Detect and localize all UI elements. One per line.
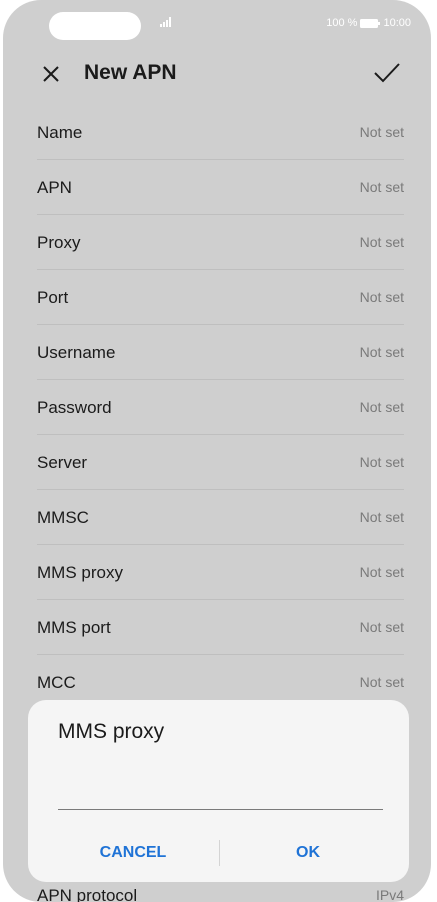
setting-row-name[interactable]: Name Not set	[37, 105, 404, 160]
signal-icon	[160, 17, 171, 27]
check-icon[interactable]	[373, 62, 401, 84]
setting-label: APN	[37, 178, 72, 197]
setting-value: Not set	[359, 399, 404, 415]
setting-value: Not set	[359, 234, 404, 250]
phone-screen: 100 % 10:00 New APN Name Not set APN Not…	[3, 0, 431, 902]
setting-label: MCC	[37, 673, 76, 692]
setting-value: Not set	[359, 344, 404, 360]
setting-label: Name	[37, 123, 83, 142]
setting-row-mmsc[interactable]: MMSC Not set	[37, 490, 404, 545]
app-header: New APN	[3, 50, 431, 98]
camera-cutout	[49, 12, 141, 40]
setting-label: MMS proxy	[37, 563, 123, 582]
dialog-title: MMS proxy	[58, 720, 165, 743]
setting-row-username[interactable]: Username Not set	[37, 325, 404, 380]
setting-label: Port	[37, 288, 69, 307]
setting-row-password[interactable]: Password Not set	[37, 380, 404, 435]
battery-percent: 100 %	[326, 17, 358, 29]
setting-row-proxy[interactable]: Proxy Not set	[37, 215, 404, 270]
apn-settings-list: Name Not set APN Not set Proxy Not set P…	[37, 105, 404, 710]
setting-value: Not set	[359, 124, 404, 140]
setting-row-port[interactable]: Port Not set	[37, 270, 404, 325]
setting-label: MMSC	[37, 508, 89, 527]
mms-proxy-input[interactable]	[58, 773, 383, 810]
mms-proxy-dialog: MMS proxy CANCEL OK	[28, 700, 409, 882]
setting-label: Server	[37, 453, 88, 472]
close-icon[interactable]	[41, 64, 61, 84]
setting-row-server[interactable]: Server Not set	[37, 435, 404, 490]
setting-value: IPv4	[375, 887, 404, 902]
setting-value: Not set	[359, 289, 404, 305]
setting-value: Not set	[359, 454, 404, 470]
setting-row-mms-port[interactable]: MMS port Not set	[37, 600, 404, 655]
setting-label: Password	[37, 398, 112, 417]
ok-button[interactable]: OK	[238, 838, 378, 868]
setting-value: Not set	[359, 179, 404, 195]
setting-value: Not set	[359, 619, 404, 635]
page-title: New APN	[84, 61, 177, 84]
setting-row-apn[interactable]: APN Not set	[37, 160, 404, 215]
setting-row-mms-proxy[interactable]: MMS proxy Not set	[37, 545, 404, 600]
setting-label: MMS port	[37, 618, 111, 637]
setting-label: APN protocol	[37, 886, 138, 902]
status-bar-right: 100 % 10:00	[326, 15, 411, 31]
clock: 10:00	[383, 17, 411, 29]
setting-value: Not set	[359, 674, 404, 690]
setting-label: Username	[37, 343, 116, 362]
setting-row-apn-protocol[interactable]: APN protocol IPv4	[37, 884, 404, 902]
setting-value: Not set	[359, 509, 404, 525]
cancel-button[interactable]: CANCEL	[63, 838, 203, 868]
button-divider	[219, 840, 220, 866]
setting-label: Proxy	[37, 233, 81, 252]
setting-value: Not set	[359, 564, 404, 580]
battery-icon	[360, 18, 381, 28]
